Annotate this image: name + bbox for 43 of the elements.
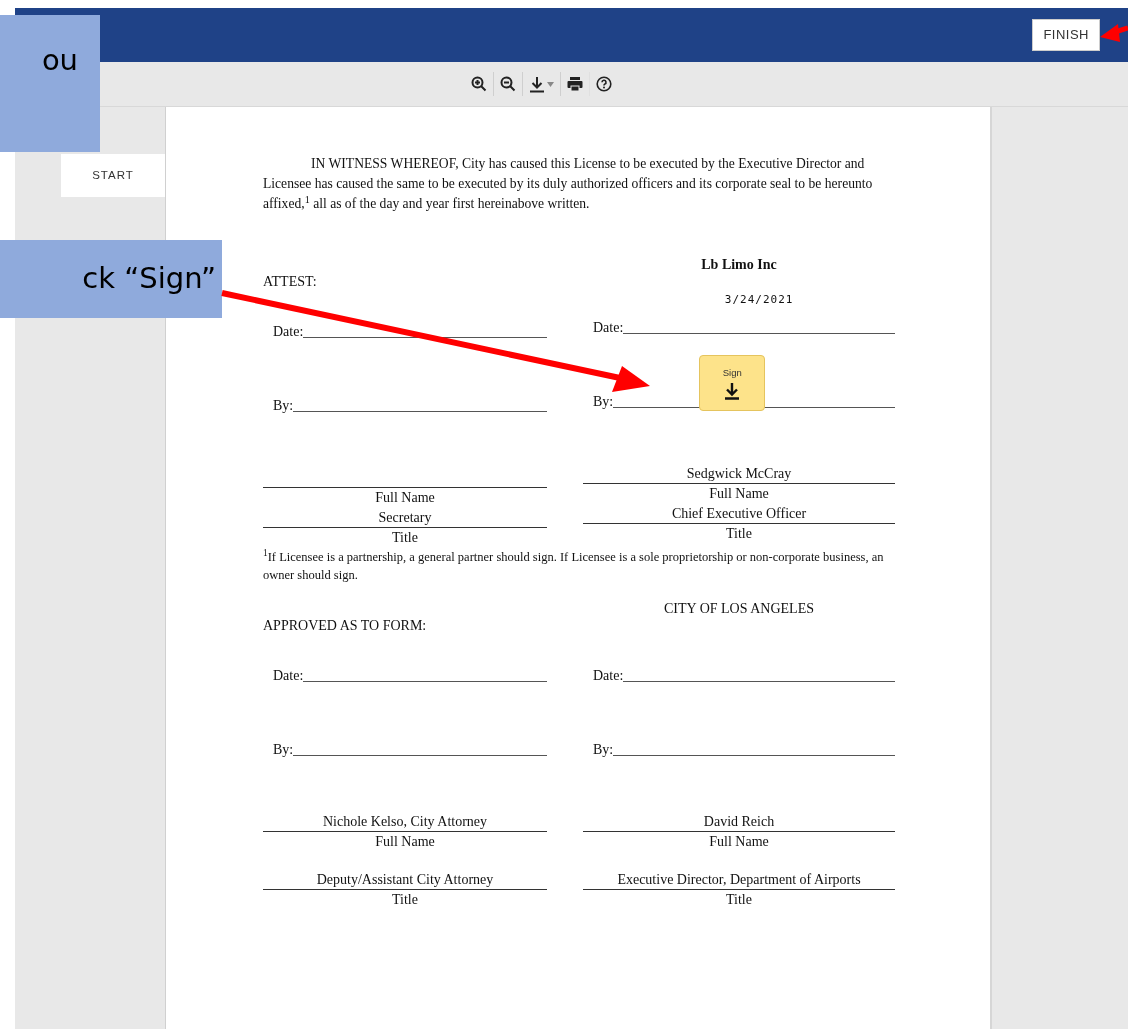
paragraph: IN WITNESS WHEREOF, City has caused this License to be executed by the Executive Director and Licensee has caused the same to be executed by its duly authorized officers and its corporate seal to be hereunto affixed,$^{1}$ all as of the day and year first hereinabove written. [263,155,874,213]
help-icon [596,76,612,92]
by-label: By: [273,397,294,415]
callout-box: ck “Sign” [0,240,222,318]
by-label: By: [593,393,614,411]
date-label: Date: [593,667,624,685]
finish-button[interactable]: FINISH [1032,18,1100,52]
section-heading: ATTEST: [263,273,317,291]
field-value: Secretary [378,510,432,525]
field-caption: Title [725,525,753,543]
field-value: Deputy/Assistant City Attorney [316,872,494,887]
date-label: Date: [273,323,304,341]
field-value: Sedgwick McCray [686,466,792,481]
field-caption: Title [725,891,753,909]
field-value: Nichole Kelso, City Attorney [322,814,488,829]
field-value: David Reich [703,814,775,829]
section-heading: APPROVED AS TO FORM: [263,617,427,635]
field-value: Chief Executive Officer [671,506,807,521]
by-label: By: [593,741,614,759]
zoom-out-icon [500,76,516,92]
field-caption: Full Name [374,489,436,507]
sign-button[interactable]: Sign [699,355,766,411]
date-label: Date: [273,667,304,685]
field-caption: Full Name [708,485,770,503]
field-caption: Title [391,891,419,909]
date-label: Date: [593,319,624,337]
download-icon [529,75,545,93]
field-caption: Full Name [708,833,770,851]
caret-icon [547,81,554,87]
callout-box: ou [0,15,100,152]
date-value: 3/24/2021 [723,292,795,308]
field-caption: Title [391,529,419,547]
start-tab[interactable]: START [61,154,165,197]
download-icon [724,382,741,401]
footnote: $^{1}$If Licensee is a partnership, a general partner should sign. If Licensee is a sole proprietorship or non-corporate business, an owner should sign. [263,548,885,584]
section-heading: Lb Limo Inc [701,256,777,274]
pointer-arrow [1100,24,1128,42]
printer-icon [567,76,583,92]
zoom-in-icon [471,76,487,92]
field-caption: Full Name [374,833,436,851]
by-label: By: [273,741,294,759]
field-value: Executive Director, Department of Airports [617,872,861,887]
section-heading: CITY OF LOS ANGELES [664,600,814,618]
